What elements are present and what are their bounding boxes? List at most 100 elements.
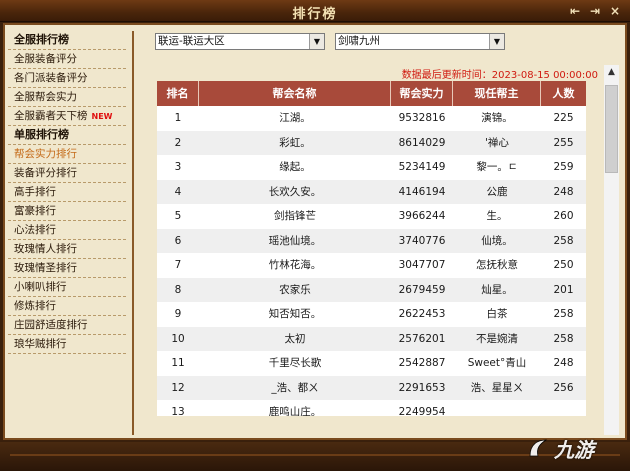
sidebar-item[interactable]: 富豪排行: [8, 202, 126, 221]
sidebar-item[interactable]: 小喇叭排行: [8, 278, 126, 297]
expand-icon[interactable]: ⇥: [588, 4, 602, 18]
guild-ranking-table: 排名 帮会名称 帮会实力 现任帮主 人数 1 江湖。 9532816 演锦。 225 2 彩虹。 86…: [157, 81, 586, 416]
sidebar-item[interactable]: 修炼排行: [8, 297, 126, 316]
table-cell: 10: [171, 332, 185, 345]
table-scrollbar[interactable]: ▲: [604, 65, 619, 435]
sidebar-item-label: 全服帮会实力: [14, 91, 77, 103]
table-cell: 生。: [486, 210, 508, 222]
table-row[interactable]: 13 鹿鸣山庄。 2249954: [157, 400, 586, 416]
chevron-down-icon[interactable]: ▼: [309, 34, 324, 49]
sidebar-item-label: 全服霸者天下榜: [14, 110, 88, 122]
table-row[interactable]: 9 知否知否。 2622453 白茶 258: [157, 302, 586, 327]
column-header[interactable]: 帮会实力: [391, 81, 453, 106]
table-cell: 258: [553, 234, 574, 247]
table-cell: 2542887: [398, 357, 446, 369]
table-cell: 仙境。: [481, 234, 513, 247]
table-row[interactable]: 3 缘起。 5234149 黎一。ㄷ 259: [157, 155, 586, 180]
sidebar-item[interactable]: 全服霸者天下榜 NEW: [8, 107, 126, 126]
sidebar-item[interactable]: 玫瑰情圣排行: [8, 259, 126, 278]
table-cell: 演锦。: [481, 112, 513, 124]
table-cell: 5: [174, 210, 182, 222]
table-cell: 不是婉清: [476, 332, 518, 345]
server-select[interactable]: 剑啸九州 ▼: [335, 33, 505, 50]
column-header[interactable]: 排名: [157, 81, 199, 106]
sidebar-item[interactable]: 帮会实力排行: [8, 145, 126, 164]
table-cell: 农家乐: [279, 283, 311, 296]
watermark-logo: 九游: [526, 428, 626, 468]
table-row[interactable]: 6 瑶池仙境。 3740776 仙境。 258: [157, 228, 586, 253]
sidebar-item-label: 富豪排行: [14, 205, 56, 217]
sidebar-item-label: 帮会实力排行: [14, 148, 77, 160]
scroll-up-icon[interactable]: ▲: [604, 65, 619, 80]
sidebar-item[interactable]: 高手排行: [8, 183, 126, 202]
table-cell: 248: [553, 185, 574, 198]
sidebar-item-label: 装备评分排行: [14, 167, 77, 179]
table-cell: 2576201: [398, 332, 446, 345]
region-select-value: 联运-联运大区: [158, 35, 225, 47]
table-cell: _浩、都ㄨ: [271, 381, 319, 394]
table-cell: 公鹿: [486, 185, 508, 198]
sidebar-item-label: 单服排行榜: [14, 128, 69, 141]
sidebar-item-label: 小喇叭排行: [14, 281, 67, 293]
sidebar-item[interactable]: 装备评分排行: [8, 164, 126, 183]
sidebar-item-label: 修炼排行: [14, 300, 56, 312]
sidebar-item[interactable]: 庄园舒适度排行: [8, 316, 126, 335]
table-cell: 剑指锋芒: [274, 210, 316, 222]
table-row[interactable]: 2 彩虹。 8614029 '禅心 255: [157, 130, 586, 155]
table-cell: 250: [553, 259, 574, 271]
chevron-down-icon[interactable]: ▼: [489, 34, 504, 49]
table-cell: 258: [553, 332, 574, 345]
table-cell: 6: [174, 234, 182, 247]
table-cell: 3966244: [398, 210, 446, 222]
ranking-main: 联运-联运大区 ▼ 剑啸九州 ▼ 数据最后更新时间：2023-08-15 00:…: [140, 25, 625, 437]
sidebar-item[interactable]: 琅华贼排行: [8, 335, 126, 354]
table-header: 排名 帮会名称 帮会实力 现任帮主 人数: [157, 81, 586, 106]
table-cell: 260: [553, 210, 574, 222]
table-row[interactable]: 12 _浩、都ㄨ 2291653 浩、星星ㄨ 256: [157, 375, 586, 400]
table-cell: 瑶池仙境。: [268, 234, 322, 247]
table-row[interactable]: 8 农家乐 2679459 灿星。 201: [157, 277, 586, 302]
shrink-icon[interactable]: ⇤: [568, 4, 582, 18]
ranking-window: 排行榜 ⇤ ⇥ × 全服排行榜 全服装备评分 各门派装备评分 全服帮会实力 全服霸者天下…: [0, 0, 630, 471]
table-cell: 灿星。: [481, 283, 513, 296]
sidebar-item-label: 庄园舒适度排行: [14, 319, 88, 331]
scroll-thumb[interactable]: [605, 85, 618, 173]
table-cell: 2249954: [398, 406, 446, 416]
sidebar-item-label: 玫瑰情圣排行: [14, 262, 77, 274]
table-cell: 千里尽长歌: [268, 357, 322, 369]
close-icon[interactable]: ×: [608, 4, 622, 18]
table-cell: 9532816: [398, 112, 446, 124]
table-row[interactable]: 4 长欢久安。 4146194 公鹿 248: [157, 179, 586, 204]
server-select-value: 剑啸九州: [338, 35, 380, 47]
sidebar-item[interactable]: 各门派装备评分: [8, 69, 126, 88]
sidebar-item-label: 心法排行: [14, 224, 56, 236]
sidebar-item[interactable]: 全服帮会实力: [8, 88, 126, 107]
table-cell: 鹿鸣山庄。: [268, 406, 322, 416]
table-row[interactable]: 5 剑指锋芒 3966244 生。 260: [157, 204, 586, 229]
window-title: 排行榜: [292, 7, 338, 22]
table-cell: 太初: [284, 332, 306, 345]
sidebar-item[interactable]: 全服装备评分: [8, 50, 126, 69]
table-cell: 2679459: [398, 283, 446, 296]
column-header[interactable]: 人数: [541, 81, 586, 106]
table-row[interactable]: 10 太初 2576201 不是婉清 258: [157, 326, 586, 351]
table-cell: 7: [174, 259, 182, 271]
table-cell: 8: [174, 283, 182, 296]
table-cell: 4: [174, 185, 182, 198]
column-header[interactable]: 现任帮主: [453, 81, 541, 106]
sidebar-item[interactable]: 玫瑰情人排行: [8, 240, 126, 259]
table-cell: 3740776: [398, 234, 446, 247]
table-row[interactable]: 7 竹林花海。 3047707 怎抚秋意 250: [157, 253, 586, 278]
table-cell: Sweet°青山: [467, 357, 527, 369]
sidebar-item[interactable]: 心法排行: [8, 221, 126, 240]
table-body: 1 江湖。 9532816 演锦。 225 2 彩虹。 8614029 '禅心 255 3 缘起。 52…: [157, 106, 586, 416]
nine-game-logo-icon: [529, 439, 548, 457]
table-cell: 5234149: [398, 161, 446, 173]
table-cell: 4146194: [398, 185, 446, 198]
ranking-sidebar: 全服排行榜 全服装备评分 各门派装备评分 全服帮会实力 全服霸者天下榜 NEW 单服排行榜帮…: [8, 31, 134, 435]
table-row[interactable]: 11 千里尽长歌 2542887 Sweet°青山 248: [157, 351, 586, 376]
column-header[interactable]: 帮会名称: [199, 81, 391, 106]
content-frame: 全服排行榜 全服装备评分 各门派装备评分 全服帮会实力 全服霸者天下榜 NEW 单服排行榜帮…: [3, 23, 627, 440]
table-row[interactable]: 1 江湖。 9532816 演锦。 225: [157, 106, 586, 131]
region-select[interactable]: 联运-联运大区 ▼: [155, 33, 325, 50]
